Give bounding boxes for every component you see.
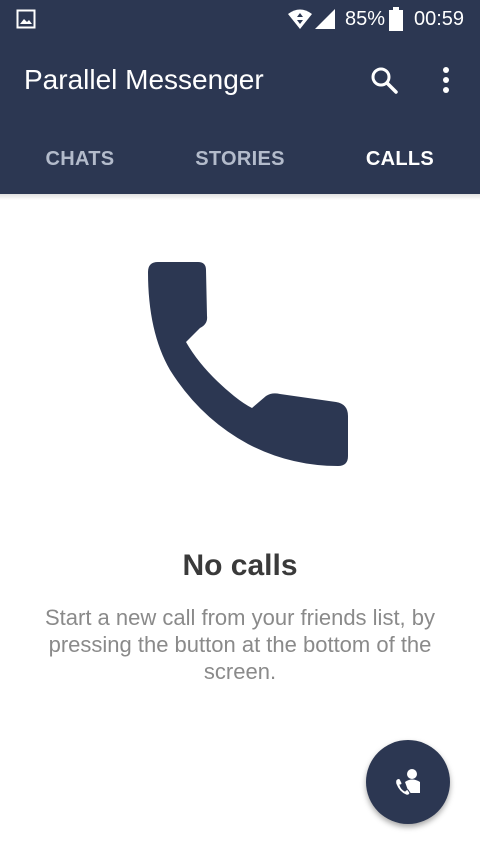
tab-calls[interactable]: CALLS [320,128,480,190]
battery-icon [389,7,403,31]
battery-percent: 85% [345,8,386,30]
tab-bar: CHATS STORIES CALLS [0,128,480,190]
phone-icon [148,262,348,466]
contact-call-icon [395,769,420,796]
search-button[interactable] [364,60,404,100]
calls-screen: 85% 00:59 Parallel Messenger CHATS STORI… [0,0,480,854]
empty-state-title: No calls [182,549,298,582]
tab-chats[interactable]: CHATS [0,128,160,190]
status-bar: 85% 00:59 [0,0,480,38]
more-vert-icon [443,67,449,93]
signal-icon [315,9,335,29]
app-bar: 85% 00:59 Parallel Messenger CHATS STORI… [0,0,480,194]
empty-state-message: Start a new call from your friends list,… [44,605,436,684]
app-title: Parallel Messenger [24,64,264,95]
image-icon [16,9,36,29]
app-bar-shadow [0,194,480,200]
new-call-fab[interactable] [366,740,450,824]
search-icon [371,67,398,94]
wifi-icon [288,9,312,29]
overflow-menu-button[interactable] [428,60,464,100]
status-time: 00:59 [414,8,465,30]
tab-stories[interactable]: STORIES [160,128,320,190]
